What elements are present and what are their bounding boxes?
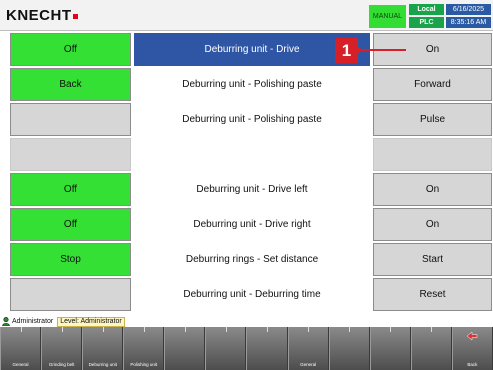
function-row — [0, 138, 493, 171]
back-arrow-icon — [466, 331, 478, 341]
softkey-polishing-unit[interactable]: Polishing unit — [123, 327, 165, 370]
function-label — [134, 138, 370, 171]
softkey-tick — [20, 327, 22, 332]
softkey-tick — [349, 327, 351, 332]
softkey-empty[interactable] — [164, 327, 206, 370]
deburring-time-reset-button[interactable]: Reset — [373, 278, 492, 311]
function-label[interactable]: Deburring rings - Set distance — [134, 243, 370, 276]
softkey-general-2[interactable]: General — [287, 327, 329, 370]
knecht-logo: KNECHT — [6, 7, 78, 24]
callout-line — [358, 49, 406, 51]
function-label[interactable]: Deburring unit - Drive left — [134, 173, 370, 206]
softkey-tick — [390, 327, 392, 332]
function-label[interactable]: Deburring unit - Polishing paste — [134, 68, 370, 101]
softkey-label: Grinding belt — [48, 362, 75, 367]
function-label[interactable]: Deburring unit - Deburring time — [134, 278, 370, 311]
mode-indicator: MANUAL — [369, 5, 406, 28]
softkey-general[interactable]: General — [0, 327, 42, 370]
softkey-deburring-unit[interactable]: Deburring unit — [82, 327, 124, 370]
user-name: Administrator — [12, 318, 54, 325]
drive-left-off-button[interactable]: Off — [10, 173, 131, 206]
deburring-time-left-button[interactable] — [10, 278, 131, 311]
logo-dot-icon — [72, 14, 78, 19]
function-row: Off Deburring unit - Drive right On — [0, 208, 493, 241]
date-display: 6/16/2025 — [446, 4, 491, 15]
softkey-tick — [61, 327, 63, 332]
drive-right-on-button[interactable]: On — [373, 208, 492, 241]
status-line: Administrator Level: Administrator — [0, 316, 493, 327]
softkey-tick — [102, 327, 104, 332]
softkey-empty[interactable] — [246, 327, 288, 370]
top-bar: KNECHT MANUAL Local PLC 6/16/2025 8:35:1… — [0, 0, 493, 31]
set-distance-stop-button[interactable]: Stop — [10, 243, 131, 276]
softkey-empty[interactable] — [410, 327, 452, 370]
softkey-tick — [225, 327, 227, 332]
function-row: Off Deburring unit - Drive left On — [0, 173, 493, 206]
polishing-paste-left-button[interactable] — [10, 103, 131, 136]
softkey-empty[interactable] — [205, 327, 247, 370]
softkey-label: General — [12, 362, 29, 367]
drive-right-off-button[interactable]: Off — [10, 208, 131, 241]
softkey-tick — [308, 327, 310, 332]
softkey-empty[interactable] — [369, 327, 411, 370]
function-row: Off Deburring unit - Drive On — [0, 33, 493, 66]
plc-indicator: PLC — [409, 17, 444, 28]
function-label[interactable]: Deburring unit - Drive right — [134, 208, 370, 241]
function-label[interactable]: Deburring unit - Polishing paste — [134, 103, 370, 136]
softkey-label: Polishing unit — [130, 362, 158, 367]
softkey-tick — [431, 327, 433, 332]
time-display: 8:35:16 AM — [446, 17, 491, 28]
drive-left-on-button[interactable]: On — [373, 173, 492, 206]
empty-right-button — [373, 138, 492, 171]
softkey-tick — [267, 327, 268, 332]
function-row: Back Deburring unit - Polishing paste Fo… — [0, 68, 493, 101]
polishing-paste-forward-button[interactable]: Forward — [373, 68, 492, 101]
function-row: Deburring unit - Polishing paste Pulse — [0, 103, 493, 136]
user-icon — [2, 317, 10, 326]
softkey-empty[interactable] — [328, 327, 370, 370]
set-distance-start-button[interactable]: Start — [373, 243, 492, 276]
polishing-paste-pulse-button[interactable]: Pulse — [373, 103, 492, 136]
drive-off-button[interactable]: Off — [10, 33, 131, 66]
softkey-label: General — [300, 362, 317, 367]
manual-functions-grid: Off Deburring unit - Drive On Back Debur… — [0, 31, 493, 314]
softkey-label: Back — [467, 362, 478, 367]
user-level: Level: Administrator — [57, 316, 125, 327]
function-row: Stop Deburring rings - Set distance Star… — [0, 243, 493, 276]
empty-left-button — [10, 138, 131, 171]
softkey-bar: General Grinding belt Deburring unit Pol… — [0, 327, 493, 370]
polishing-paste-back-button[interactable]: Back — [10, 68, 131, 101]
softkey-grinding-belt[interactable]: Grinding belt — [41, 327, 83, 370]
local-indicator: Local — [409, 4, 444, 15]
softkey-label: Deburring unit — [88, 362, 117, 367]
softkey-tick — [143, 327, 145, 332]
function-row: Deburring unit - Deburring time Reset — [0, 278, 493, 311]
softkey-back[interactable]: Back — [451, 327, 493, 370]
softkey-tick — [184, 327, 186, 332]
